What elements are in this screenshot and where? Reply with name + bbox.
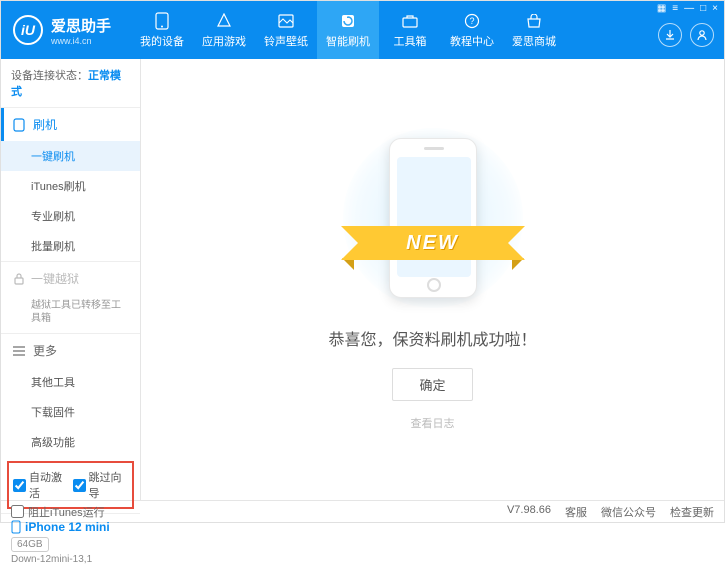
phone-icon bbox=[153, 12, 171, 30]
app-url: www.i4.cn bbox=[51, 36, 111, 46]
menu2-button[interactable]: ≡ bbox=[672, 3, 678, 14]
view-log-link[interactable]: 查看日志 bbox=[411, 415, 455, 431]
lock-icon bbox=[13, 273, 25, 285]
sidebar-advanced[interactable]: 高级功能 bbox=[1, 427, 140, 457]
app-name: 爱思助手 bbox=[51, 15, 111, 36]
main-content: NEW 恭喜您，保资料刷机成功啦！ 确定 查看日志 bbox=[141, 59, 724, 500]
firmware-label: Down-12mini-13,1 bbox=[11, 554, 130, 565]
user-button[interactable] bbox=[690, 23, 714, 47]
sidebar-itunes-flash[interactable]: iTunes刷机 bbox=[1, 171, 140, 201]
phone-illustration: NEW bbox=[358, 128, 508, 308]
app-header: iU 爱思助手 www.i4.cn 我的设备 应用游戏 铃声壁纸 智能刷机 工具… bbox=[1, 1, 724, 59]
maximize-button[interactable]: □ bbox=[700, 3, 706, 14]
nav-ringtones[interactable]: 铃声壁纸 bbox=[255, 1, 317, 59]
update-link[interactable]: 检查更新 bbox=[670, 504, 714, 520]
wallpaper-icon bbox=[277, 12, 295, 30]
wechat-link[interactable]: 微信公众号 bbox=[601, 504, 656, 520]
sidebar-more-header[interactable]: 更多 bbox=[1, 334, 140, 367]
sidebar: 设备连接状态：正常模式 刷机 一键刷机 iTunes刷机 专业刷机 批量刷机 一… bbox=[1, 59, 141, 500]
nav-my-device[interactable]: 我的设备 bbox=[131, 1, 193, 59]
skip-wizard-checkbox[interactable]: 跳过向导 bbox=[73, 469, 129, 501]
auto-activate-checkbox[interactable]: 自动激活 bbox=[13, 469, 69, 501]
jailbreak-note: 越狱工具已转移至工具箱 bbox=[1, 295, 140, 333]
download-button[interactable] bbox=[658, 23, 682, 47]
sidebar-download-fw[interactable]: 下载固件 bbox=[1, 397, 140, 427]
storage-badge: 64GB bbox=[11, 537, 49, 552]
nav-flash[interactable]: 智能刷机 bbox=[317, 1, 379, 59]
device-icon bbox=[11, 520, 21, 534]
sidebar-flash-header[interactable]: 刷机 bbox=[1, 108, 140, 141]
sidebar-jailbreak-header: 一键越狱 bbox=[1, 262, 140, 295]
new-badge: NEW bbox=[348, 223, 518, 263]
nav-toolbox[interactable]: 工具箱 bbox=[379, 1, 441, 59]
sidebar-oneclick-flash[interactable]: 一键刷机 bbox=[1, 141, 140, 171]
toolbox-icon bbox=[401, 12, 419, 30]
store-icon bbox=[525, 12, 543, 30]
flash-options: 自动激活 跳过向导 bbox=[7, 461, 134, 509]
sidebar-other-tools[interactable]: 其他工具 bbox=[1, 367, 140, 397]
success-message: 恭喜您，保资料刷机成功啦！ bbox=[328, 326, 536, 350]
service-link[interactable]: 客服 bbox=[565, 504, 587, 520]
menu-button[interactable]: ▦ bbox=[657, 3, 666, 14]
version-label: V7.98.66 bbox=[507, 504, 551, 520]
block-itunes-checkbox[interactable]: 阻止iTunes运行 bbox=[11, 504, 105, 520]
device-info[interactable]: iPhone 12 mini 64GB Down-12mini-13,1 bbox=[1, 513, 140, 571]
apps-icon bbox=[215, 12, 233, 30]
sidebar-pro-flash[interactable]: 专业刷机 bbox=[1, 201, 140, 231]
close-button[interactable]: × bbox=[712, 3, 718, 14]
nav-apps[interactable]: 应用游戏 bbox=[193, 1, 255, 59]
ok-button[interactable]: 确定 bbox=[392, 368, 472, 401]
connection-status: 设备连接状态：正常模式 bbox=[1, 59, 140, 107]
window-controls: ▦ ≡ — □ × bbox=[657, 3, 718, 14]
flash-icon bbox=[339, 12, 357, 30]
sidebar-batch-flash[interactable]: 批量刷机 bbox=[1, 231, 140, 261]
svg-text:?: ? bbox=[470, 16, 475, 26]
help-icon: ? bbox=[463, 12, 481, 30]
nav-store[interactable]: 爱思商城 bbox=[503, 1, 565, 59]
list-icon bbox=[13, 346, 25, 356]
nav-tutorials[interactable]: ? 教程中心 bbox=[441, 1, 503, 59]
minimize-button[interactable]: — bbox=[684, 3, 694, 14]
phone-small-icon bbox=[13, 118, 25, 132]
logo-icon: iU bbox=[13, 15, 43, 45]
main-nav: 我的设备 应用游戏 铃声壁纸 智能刷机 工具箱 ? 教程中心 爱思商城 bbox=[131, 1, 565, 59]
logo: iU 爱思助手 www.i4.cn bbox=[1, 15, 123, 46]
